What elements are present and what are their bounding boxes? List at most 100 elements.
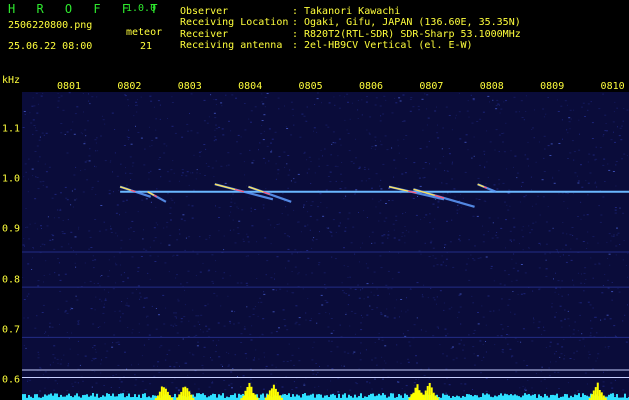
activity-peak xyxy=(428,382,431,400)
activity-peak xyxy=(164,388,167,400)
activity-peak xyxy=(242,395,245,400)
activity-bar xyxy=(78,396,80,400)
activity-peak xyxy=(416,384,419,400)
activity-bar xyxy=(312,393,314,400)
activity-bar xyxy=(62,396,64,400)
activity-bar xyxy=(512,395,514,400)
activity-bar xyxy=(468,394,470,400)
activity-bar xyxy=(390,393,392,400)
activity-bar xyxy=(48,394,50,400)
noise-texture xyxy=(22,92,629,400)
activity-bar xyxy=(294,396,296,400)
activity-peak xyxy=(244,390,247,400)
activity-bar xyxy=(134,394,136,400)
meteor-trace-head xyxy=(388,186,409,192)
activity-bar xyxy=(348,394,350,400)
activity-bar xyxy=(344,393,346,400)
activity-bar xyxy=(530,395,532,400)
activity-peak xyxy=(598,389,601,400)
activity-bar xyxy=(60,394,62,400)
activity-bar xyxy=(110,395,112,400)
activity-bar xyxy=(544,393,546,400)
activity-bar xyxy=(354,394,356,400)
x-tick-label: 0805 xyxy=(298,81,323,92)
activity-bar xyxy=(488,394,490,400)
activity-bar xyxy=(288,393,290,400)
activity-bar xyxy=(368,395,370,400)
activity-bar xyxy=(504,393,506,400)
activity-bar xyxy=(144,393,146,400)
activity-peak xyxy=(156,395,159,400)
activity-bar xyxy=(120,393,122,400)
activity-bar xyxy=(458,396,460,400)
activity-bar xyxy=(238,393,240,400)
activity-bar xyxy=(574,394,576,400)
activity-bar xyxy=(234,393,236,400)
x-tick-label: 0802 xyxy=(117,81,142,92)
activity-peak xyxy=(278,395,281,400)
activity-bar xyxy=(152,395,154,400)
activity-bar xyxy=(502,395,504,400)
activity-bar xyxy=(540,396,542,400)
activity-peak xyxy=(268,390,271,400)
activity-bar xyxy=(518,396,520,400)
activity-bar xyxy=(138,394,140,400)
activity-bar xyxy=(486,393,488,400)
activity-peak xyxy=(434,395,437,400)
info-sep-observer: : xyxy=(292,6,299,17)
activity-bar xyxy=(360,393,362,400)
activity-bar xyxy=(220,395,222,400)
activity-bar xyxy=(446,394,448,400)
activity-bar xyxy=(528,394,530,400)
activity-bar xyxy=(562,396,564,400)
activity-bar xyxy=(616,394,618,400)
activity-bar xyxy=(212,393,214,400)
activity-bar xyxy=(118,394,120,400)
activity-bar xyxy=(466,394,468,400)
activity-bar xyxy=(198,393,200,400)
activity-peak xyxy=(182,387,185,400)
activity-bar xyxy=(230,395,232,400)
activity-bar xyxy=(516,395,518,400)
activity-bar xyxy=(358,396,360,400)
activity-peak xyxy=(412,392,415,400)
meteor-trace-head xyxy=(214,183,236,191)
activity-bar xyxy=(296,394,298,400)
activity-bar xyxy=(76,393,78,400)
activity-bar xyxy=(610,393,612,400)
info-value-receiver: R820T2(RTL-SDR) SDR-Sharp 53.1000MHz xyxy=(304,29,521,40)
activity-bar xyxy=(500,393,502,400)
activity-peak xyxy=(248,382,251,400)
activity-peak xyxy=(432,392,435,400)
activity-bar xyxy=(318,394,320,400)
info-sep-location: : xyxy=(292,17,299,28)
activity-bar xyxy=(116,396,118,400)
meteor-label: meteor xyxy=(126,27,163,38)
activity-bar xyxy=(564,393,566,400)
y-tick-label: 0.6 xyxy=(2,374,21,386)
activity-peak xyxy=(186,388,189,400)
activity-peak xyxy=(162,387,165,400)
activity-bar xyxy=(284,393,286,400)
activity-bar xyxy=(114,396,116,400)
activity-bar xyxy=(112,393,114,400)
activity-bar xyxy=(226,396,228,400)
activity-bar xyxy=(456,395,458,400)
activity-peak xyxy=(430,387,433,400)
activity-bar xyxy=(342,394,344,400)
activity-bar xyxy=(64,396,66,400)
activity-bar xyxy=(90,395,92,400)
activity-bar xyxy=(142,393,144,400)
activity-peak xyxy=(190,394,193,400)
activity-bar xyxy=(404,393,406,400)
activity-bar xyxy=(514,394,516,400)
activity-bar xyxy=(532,394,534,400)
activity-peak xyxy=(418,390,421,400)
activity-bar xyxy=(608,394,610,400)
activity-bar xyxy=(474,394,476,400)
activity-bar xyxy=(482,393,484,400)
activity-bar xyxy=(334,395,336,400)
info-key-location: Receiving Location xyxy=(180,17,289,28)
meteor-count: 21 xyxy=(140,41,153,52)
activity-bar xyxy=(444,394,446,400)
